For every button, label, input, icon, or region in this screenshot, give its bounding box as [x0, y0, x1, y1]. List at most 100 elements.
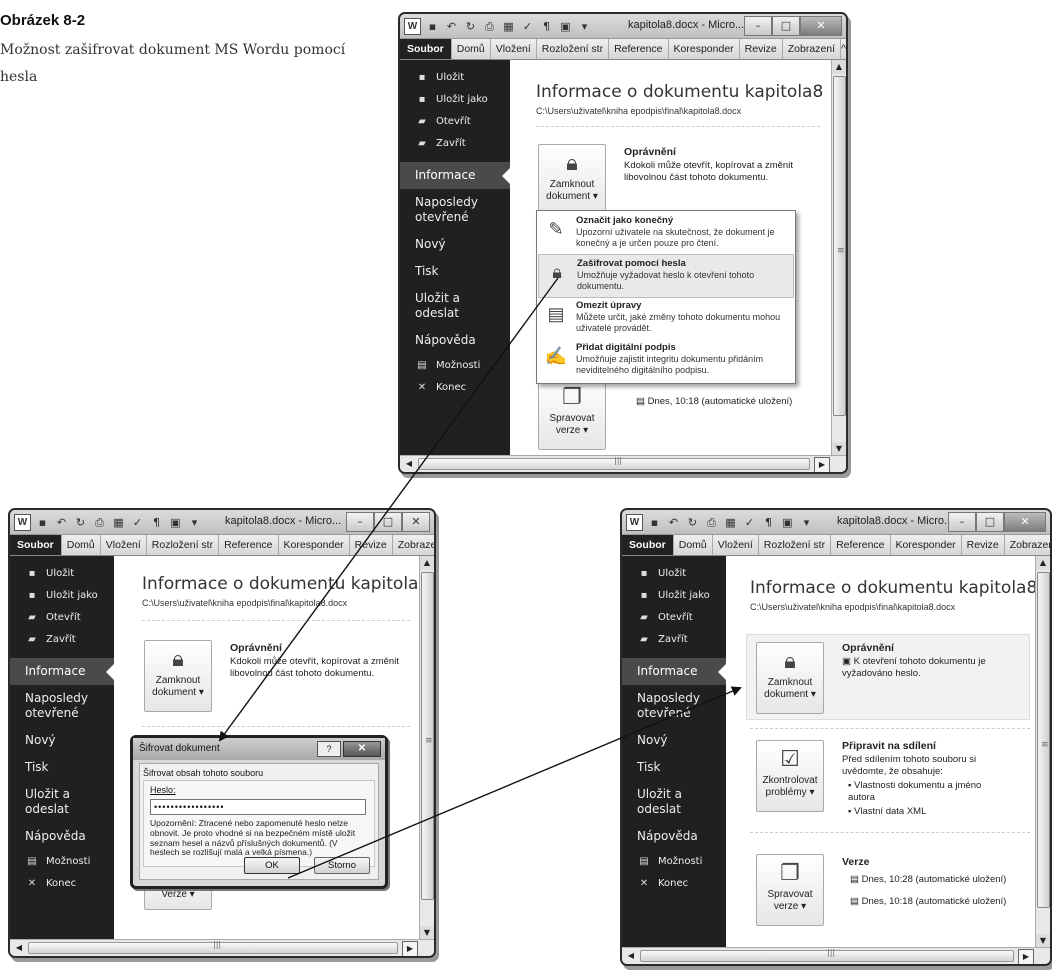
- tab-soubor[interactable]: Soubor: [10, 535, 62, 555]
- redo-icon[interactable]: ↻: [685, 515, 700, 530]
- print-preview-icon[interactable]: ⎙: [482, 19, 497, 34]
- tab-rozlozeni[interactable]: Rozložení str: [759, 535, 832, 555]
- spelling-icon[interactable]: ✓: [130, 515, 145, 530]
- undo-icon[interactable]: ↶: [444, 19, 459, 34]
- scroll-thumb[interactable]: ≡: [1037, 572, 1050, 908]
- tab-domu[interactable]: Domů: [62, 535, 101, 555]
- sidebar-item-exit[interactable]: ✕ Konec: [622, 872, 726, 894]
- close-button[interactable]: ✕: [402, 512, 430, 532]
- scroll-left-icon[interactable]: ◀: [12, 941, 26, 955]
- sidebar-item-save-as[interactable]: ▪ Uložit jako: [622, 584, 726, 606]
- scroll-thumb[interactable]: ≡: [833, 76, 846, 416]
- save-icon[interactable]: ▪: [425, 19, 440, 34]
- sidebar-item-new[interactable]: Nový: [400, 231, 510, 258]
- save-icon[interactable]: ▪: [647, 515, 662, 530]
- undo-icon[interactable]: ↶: [666, 515, 681, 530]
- scroll-right-icon[interactable]: ▶: [1018, 949, 1034, 964]
- spelling-icon[interactable]: ✓: [520, 19, 535, 34]
- sidebar-item-open[interactable]: ▰ Otevřít: [10, 606, 114, 628]
- scroll-up-icon[interactable]: ▲: [832, 60, 846, 74]
- undo-icon[interactable]: ↶: [54, 515, 69, 530]
- sidebar-item-save-send[interactable]: Uložit a odeslat: [10, 781, 95, 823]
- sidebar-item-close[interactable]: ▰ Zavřít: [400, 132, 510, 154]
- dialog-help-button[interactable]: ?: [317, 741, 341, 757]
- scroll-thumb[interactable]: ≡: [421, 572, 434, 900]
- sidebar-item-recent[interactable]: Naposledy otevřené: [400, 189, 495, 231]
- horizontal-scrollbar[interactable]: ◀ ||| ▶: [400, 455, 846, 472]
- tab-revize[interactable]: Revize: [962, 535, 1005, 555]
- redo-icon[interactable]: ↻: [73, 515, 88, 530]
- scroll-left-icon[interactable]: ◀: [402, 457, 416, 471]
- tab-rozlozeni[interactable]: Rozložení str: [537, 39, 610, 59]
- vertical-scrollbar[interactable]: ▲ ≡ ▼: [419, 556, 434, 940]
- sidebar-item-new[interactable]: Nový: [10, 727, 114, 754]
- vertical-scrollbar[interactable]: ▲ ≡ ▼: [1035, 556, 1050, 948]
- tab-rozlozeni[interactable]: Rozložení str: [147, 535, 220, 555]
- sidebar-item-help[interactable]: Nápověda: [10, 823, 114, 850]
- sidebar-item-print[interactable]: Tisk: [400, 258, 510, 285]
- scroll-up-icon[interactable]: ▲: [1036, 556, 1050, 570]
- scroll-down-icon[interactable]: ▼: [420, 926, 434, 940]
- tab-soubor[interactable]: Soubor: [400, 39, 452, 59]
- format-icon[interactable]: ¶: [539, 19, 554, 34]
- tab-zobrazeni[interactable]: Zobrazení: [1005, 535, 1050, 555]
- lock-document-button[interactable]: 🔒︎ Zamknout dokument ▾: [144, 640, 212, 712]
- minimize-button[interactable]: –: [346, 512, 374, 532]
- tab-zobrazeni[interactable]: Zobrazení: [783, 39, 842, 59]
- customize-icon[interactable]: ▾: [577, 19, 592, 34]
- sidebar-item-save-send[interactable]: Uložit a odeslat: [400, 285, 485, 327]
- tab-revize[interactable]: Revize: [740, 39, 783, 59]
- horizontal-scrollbar[interactable]: ◀ ||| ▶: [622, 947, 1050, 964]
- word-logo-icon[interactable]: W: [626, 514, 643, 531]
- menu-item-restrict-editing[interactable]: ▤ Omezit úpravy Můžete určit, jaké změny…: [538, 297, 794, 339]
- tab-reference[interactable]: Reference: [219, 535, 279, 555]
- scroll-left-icon[interactable]: ◀: [624, 949, 638, 963]
- table-icon[interactable]: ▦: [501, 19, 516, 34]
- sidebar-item-save[interactable]: ▪ Uložit: [622, 562, 726, 584]
- customize-icon[interactable]: ▾: [799, 515, 814, 530]
- tab-vlozeni[interactable]: Vložení: [491, 39, 537, 59]
- sidebar-item-options[interactable]: ▤ Možnosti: [622, 850, 726, 872]
- sidebar-item-close[interactable]: ▰ Zavřít: [10, 628, 114, 650]
- print-preview-icon[interactable]: ⎙: [92, 515, 107, 530]
- ribbon-collapse-icon[interactable]: ^: [841, 43, 846, 55]
- spelling-icon[interactable]: ✓: [742, 515, 757, 530]
- sidebar-item-print[interactable]: Tisk: [622, 754, 726, 781]
- sidebar-item-info[interactable]: Informace: [400, 162, 511, 189]
- scroll-right-icon[interactable]: ▶: [402, 941, 418, 956]
- horizontal-scrollbar[interactable]: ◀ ||| ▶: [10, 939, 434, 956]
- table-icon[interactable]: ▦: [111, 515, 126, 530]
- vertical-scrollbar[interactable]: ▲ ≡ ▼: [831, 60, 846, 456]
- close-button[interactable]: ✕: [1004, 512, 1046, 532]
- sidebar-item-save[interactable]: ▪ Uložit: [400, 66, 510, 88]
- sidebar-item-info[interactable]: Informace: [10, 658, 115, 685]
- sidebar-item-print[interactable]: Tisk: [10, 754, 114, 781]
- tab-domu[interactable]: Domů: [674, 535, 713, 555]
- tab-korespondence[interactable]: Koresponder: [279, 535, 350, 555]
- password-input[interactable]: •••••••••••••••••: [150, 799, 366, 815]
- scroll-down-icon[interactable]: ▼: [1036, 934, 1050, 948]
- scroll-up-icon[interactable]: ▲: [420, 556, 434, 570]
- tab-domu[interactable]: Domů: [452, 39, 491, 59]
- lock-document-button[interactable]: 🔒︎ Zamknout dokument ▾: [756, 642, 824, 714]
- ok-button[interactable]: OK: [244, 857, 300, 874]
- version-entry[interactable]: ▤ Dnes, 10:18 (automatické uložení): [636, 396, 792, 408]
- picture-icon[interactable]: ▣: [168, 515, 183, 530]
- tab-reference[interactable]: Reference: [609, 39, 669, 59]
- tab-reference[interactable]: Reference: [831, 535, 891, 555]
- maximize-button[interactable]: □: [772, 16, 800, 36]
- sidebar-item-help[interactable]: Nápověda: [400, 327, 510, 354]
- table-icon[interactable]: ▦: [723, 515, 738, 530]
- maximize-button[interactable]: □: [374, 512, 402, 532]
- sidebar-item-save[interactable]: ▪ Uložit: [10, 562, 114, 584]
- menu-item-digital-signature[interactable]: ✍ Přidat digitální podpis Umožňuje zajis…: [538, 339, 794, 381]
- sidebar-item-save-send[interactable]: Uložit a odeslat: [622, 781, 707, 823]
- tab-korespondence[interactable]: Koresponder: [669, 39, 740, 59]
- sidebar-item-save-as[interactable]: ▪ Uložit jako: [10, 584, 114, 606]
- sidebar-item-help[interactable]: Nápověda: [622, 823, 726, 850]
- close-button[interactable]: ✕: [800, 16, 842, 36]
- minimize-button[interactable]: –: [744, 16, 772, 36]
- sidebar-item-recent[interactable]: Naposledy otevřené: [622, 685, 717, 727]
- tab-zobrazeni[interactable]: Zobrazení: [393, 535, 434, 555]
- format-icon[interactable]: ¶: [761, 515, 776, 530]
